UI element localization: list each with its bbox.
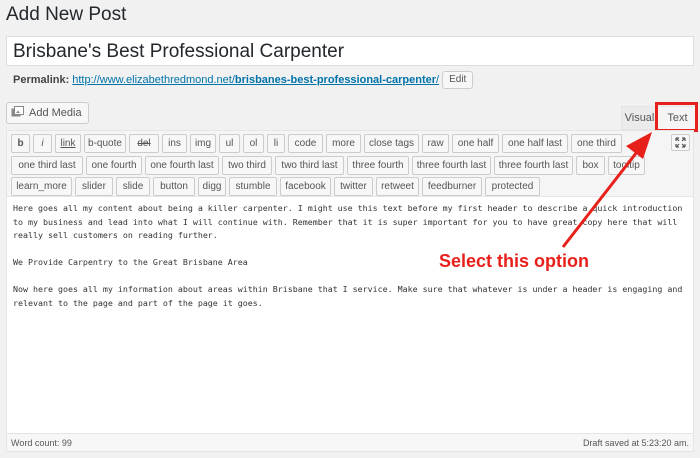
permalink-row: Permalink: http://www.elizabethredmond.n… bbox=[13, 71, 474, 89]
qt-slider-button[interactable]: slider bbox=[75, 177, 113, 196]
qt-code-button[interactable]: code bbox=[288, 134, 323, 153]
qt-box-button[interactable]: box bbox=[576, 156, 605, 175]
qt-del-button[interactable]: del bbox=[129, 134, 159, 153]
editor-container: b i link b-quote del ins img ul ol li co… bbox=[6, 130, 694, 452]
qt-one-third-button[interactable]: one third bbox=[571, 134, 622, 153]
qt-italic-button[interactable]: i bbox=[33, 134, 52, 153]
permalink-link[interactable]: http://www.elizabethredmond.net/brisbane… bbox=[72, 74, 439, 86]
qt-ol-button[interactable]: ol bbox=[243, 134, 264, 153]
qt-slide-button[interactable]: slide bbox=[116, 177, 150, 196]
content-textarea[interactable]: Here goes all my content about being a k… bbox=[7, 197, 693, 433]
qt-ul-button[interactable]: ul bbox=[219, 134, 240, 153]
content-paragraph-1: Here goes all my content about being a k… bbox=[13, 203, 688, 240]
qt-two-third-button[interactable]: two third bbox=[222, 156, 272, 175]
annotation-label: Select this option bbox=[439, 251, 590, 271]
content-paragraph-3: Now here goes all my information about a… bbox=[13, 284, 688, 308]
permalink-trailing: / bbox=[436, 74, 440, 86]
qt-three-fourth-last-button[interactable]: three fourth last bbox=[412, 156, 491, 175]
quicktags-toolbar: b i link b-quote del ins img ul ol li co… bbox=[7, 131, 693, 197]
qt-feedburner-button[interactable]: feedburner bbox=[422, 177, 482, 196]
qt-tooltip-button[interactable]: tooltip bbox=[608, 156, 645, 175]
add-media-button[interactable]: Add Media bbox=[6, 102, 89, 124]
qt-two-third-last-button[interactable]: two third last bbox=[275, 156, 344, 175]
qt-facebook-button[interactable]: facebook bbox=[280, 177, 331, 196]
qt-twitter-button[interactable]: twitter bbox=[334, 177, 373, 196]
qt-three-fourth-last-button-2[interactable]: three fourth last bbox=[494, 156, 573, 175]
add-media-label: Add Media bbox=[29, 107, 82, 119]
media-icon bbox=[11, 105, 25, 121]
qt-link-button[interactable]: link bbox=[55, 134, 81, 153]
qt-digg-button[interactable]: digg bbox=[198, 177, 226, 196]
permalink-edit-button[interactable]: Edit bbox=[442, 71, 474, 89]
qt-bquote-button[interactable]: b-quote bbox=[84, 134, 126, 153]
qt-one-fourth-button[interactable]: one fourth bbox=[86, 156, 142, 175]
qt-retweet-button[interactable]: retweet bbox=[376, 177, 419, 196]
qt-more-button[interactable]: more bbox=[326, 134, 361, 153]
draft-saved-status: Draft saved at 5:23:20 am. bbox=[582, 437, 689, 448]
editor-statusbar: Word count: 99 Draft saved at 5:23:20 am… bbox=[7, 433, 693, 451]
qt-one-fourth-last-button[interactable]: one fourth last bbox=[145, 156, 219, 175]
permalink-slug: brisbanes-best-professional-carpenter bbox=[234, 74, 437, 86]
qt-img-button[interactable]: img bbox=[190, 134, 216, 153]
qt-raw-button[interactable]: raw bbox=[422, 134, 449, 153]
permalink-base: http://www.elizabethredmond.net/ bbox=[72, 74, 235, 86]
text-tab-highlight bbox=[655, 102, 698, 132]
qt-learn-more-button[interactable]: learn_more bbox=[11, 177, 72, 196]
word-count: Word count: 99 bbox=[11, 437, 72, 448]
qt-bold-button[interactable]: b bbox=[11, 134, 30, 153]
qt-one-half-button[interactable]: one half bbox=[452, 134, 499, 153]
qt-ins-button[interactable]: ins bbox=[162, 134, 187, 153]
qt-stumble-button[interactable]: stumble bbox=[229, 177, 277, 196]
qt-three-fourth-button[interactable]: three fourth bbox=[347, 156, 409, 175]
qt-button-button[interactable]: button bbox=[153, 177, 195, 196]
qt-close-tags-button[interactable]: close tags bbox=[364, 134, 419, 153]
post-title-input[interactable]: Brisbane's Best Professional Carpenter bbox=[6, 36, 694, 66]
fullscreen-icon[interactable] bbox=[671, 134, 690, 151]
page-title: Add New Post bbox=[6, 4, 127, 25]
qt-one-half-last-button[interactable]: one half last bbox=[502, 134, 568, 153]
qt-protected-button[interactable]: protected bbox=[485, 177, 540, 196]
qt-one-third-last-button[interactable]: one third last bbox=[11, 156, 83, 175]
qt-li-button[interactable]: li bbox=[267, 134, 285, 153]
tab-visual[interactable]: Visual bbox=[621, 106, 658, 130]
permalink-label: Permalink: bbox=[13, 74, 70, 86]
